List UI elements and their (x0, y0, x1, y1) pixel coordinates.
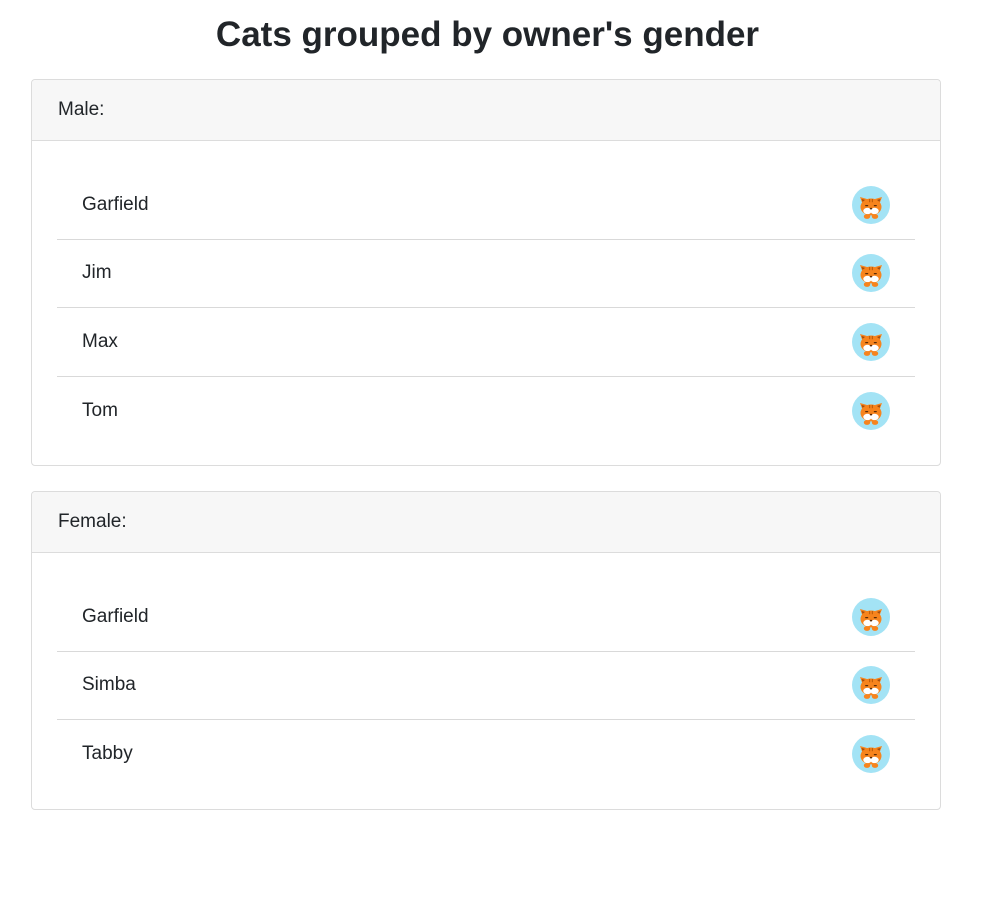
group-card-male: Male: Garfield Jim Max Tom (31, 79, 941, 466)
cat-list-item[interactable]: Tabby (57, 720, 915, 789)
cat-list-item[interactable]: Max (57, 308, 915, 377)
group-header-male: Male: (32, 80, 940, 141)
cat-face-icon (852, 322, 890, 361)
cat-name: Tabby (82, 743, 133, 765)
cat-name: Garfield (82, 605, 149, 627)
cat-name: Max (82, 330, 118, 352)
cat-face-icon (852, 666, 890, 705)
cat-list-item[interactable]: Simba (57, 652, 915, 720)
cat-name: Jim (82, 262, 112, 284)
cat-face-icon (852, 254, 890, 293)
cat-face-icon (852, 735, 890, 774)
cat-face-icon (852, 391, 890, 430)
cat-face-icon (852, 597, 890, 636)
cat-name: Simba (82, 674, 136, 696)
cat-name: Garfield (82, 193, 149, 215)
cat-list-item[interactable]: Garfield (57, 171, 915, 240)
cat-list-male: Garfield Jim Max Tom (32, 141, 940, 445)
cat-face-icon (852, 185, 890, 224)
group-card-female: Female: Garfield Simba Tabby (31, 491, 941, 810)
cat-list-item[interactable]: Garfield (57, 583, 915, 652)
group-header-female: Female: (32, 492, 940, 553)
cat-list-female: Garfield Simba Tabby (32, 553, 940, 789)
cat-list-item[interactable]: Jim (57, 240, 915, 308)
cat-list-item[interactable]: Tom (57, 377, 915, 446)
cat-name: Tom (82, 399, 118, 421)
page-title: Cats grouped by owner's gender (215, 15, 760, 54)
